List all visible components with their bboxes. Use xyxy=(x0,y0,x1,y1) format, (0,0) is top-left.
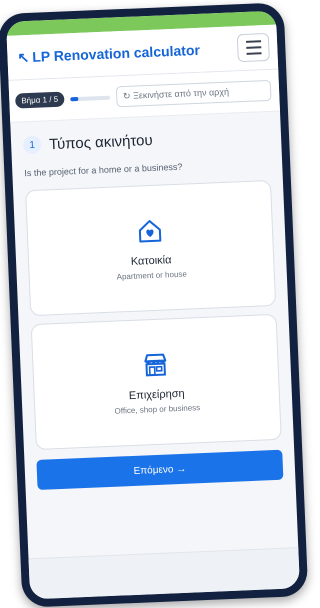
phone-frame: ↖ LP Renovation calculator Βήμα 1 / 5 ↻ … xyxy=(0,2,309,608)
brand-link[interactable]: ↖ LP Renovation calculator xyxy=(17,41,200,66)
restart-button[interactable]: ↻ Ξεκινήστε από την αρχή xyxy=(115,79,272,108)
home-heart-icon xyxy=(138,219,162,242)
option-residential[interactable]: Κατοικία Apartment or house xyxy=(25,179,277,317)
question-title: Τύπος ακινήτου xyxy=(48,131,153,153)
next-button[interactable]: Επόμενο → xyxy=(36,449,284,490)
option-business[interactable]: Επιχείρηση Office, shop or business xyxy=(30,313,282,451)
hamburger-icon-line xyxy=(245,40,261,43)
option-title: Επιχείρηση xyxy=(128,387,185,402)
progress-fill xyxy=(70,96,79,101)
progress-track xyxy=(70,95,111,101)
app-screen: ↖ LP Renovation calculator Βήμα 1 / 5 ↻ … xyxy=(6,10,300,600)
arrow-up-left-icon: ↖ xyxy=(17,48,30,65)
question-heading: 1 Τύπος ακινήτου xyxy=(22,126,270,155)
step-number-badge: 1 xyxy=(22,135,42,155)
main-content: 1 Τύπος ακινήτου Is the project for a ho… xyxy=(10,112,295,491)
hamburger-icon-line xyxy=(246,52,262,55)
footer-area xyxy=(28,547,300,600)
hamburger-icon-line xyxy=(245,46,261,49)
app-title: LP Renovation calculator xyxy=(31,41,201,65)
option-description: Office, shop or business xyxy=(114,402,201,416)
step-indicator: Βήμα 1 / 5 xyxy=(15,91,65,109)
option-title: Κατοικία xyxy=(130,253,172,268)
question-subtitle: Is the project for a home or a business? xyxy=(24,161,183,179)
menu-button[interactable] xyxy=(236,32,270,63)
option-description: Apartment or house xyxy=(116,269,188,281)
storefront-icon xyxy=(144,353,167,376)
